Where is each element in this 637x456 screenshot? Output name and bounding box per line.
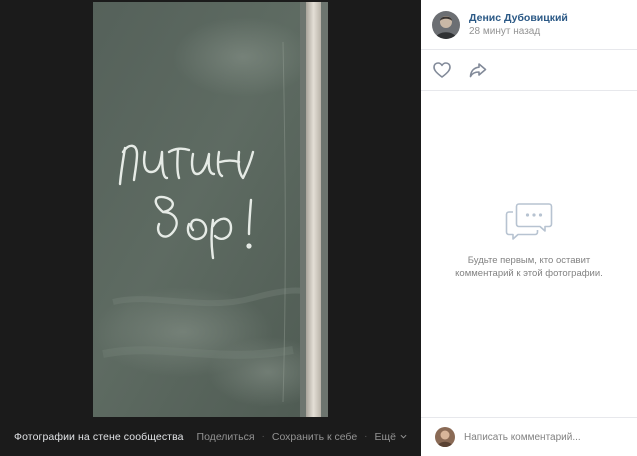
author-avatar[interactable] [432,10,460,39]
my-avatar[interactable] [435,427,455,447]
more-label: Ещё [374,430,396,443]
viewer-actions: Поделиться · Сохранить к себе · Ещё [197,431,407,443]
chalkboard-image [93,2,328,417]
chevron-down-icon [400,435,407,439]
separator-dot: · [364,431,368,442]
comments-icon [505,203,553,240]
photo[interactable] [93,2,328,417]
divider [421,90,637,91]
like-button[interactable] [431,59,453,81]
heart-icon [433,62,451,78]
share-link[interactable]: Поделиться [197,431,255,443]
empty-comments-placeholder: Будьте первым, кто оставит комментарий к… [421,200,637,280]
empty-line-1: Будьте первым, кто оставит [467,255,591,266]
avatar-image [432,10,460,39]
side-panel: Денис Дубовицкий 28 минут назад Будьте п… [421,0,637,456]
separator-dot: · [261,431,265,442]
share-button[interactable] [467,59,489,81]
photo-viewer: Фотографии на стене сообщества Поделитьс… [0,0,421,456]
empty-line-2: комментарий к этой фотографии. [455,268,603,279]
comment-bar [421,418,637,456]
author-header: Денис Дубовицкий 28 минут назад [421,0,637,49]
empty-comments-text: Будьте первым, кто оставит комментарий к… [421,254,637,280]
viewer-bottom-bar: Фотографии на стене сообщества Поделитьс… [0,417,421,456]
post-actions [421,50,637,90]
more-menu-button[interactable]: Ещё [375,431,407,443]
share-arrow-icon [469,63,487,78]
comment-input[interactable] [464,431,624,443]
save-to-self-link[interactable]: Сохранить к себе [272,431,357,443]
post-time[interactable]: 28 минут назад [469,25,568,39]
author-name[interactable]: Денис Дубовицкий [469,11,568,25]
avatar-image [435,427,455,447]
album-title[interactable]: Фотографии на стене сообщества [14,431,184,443]
